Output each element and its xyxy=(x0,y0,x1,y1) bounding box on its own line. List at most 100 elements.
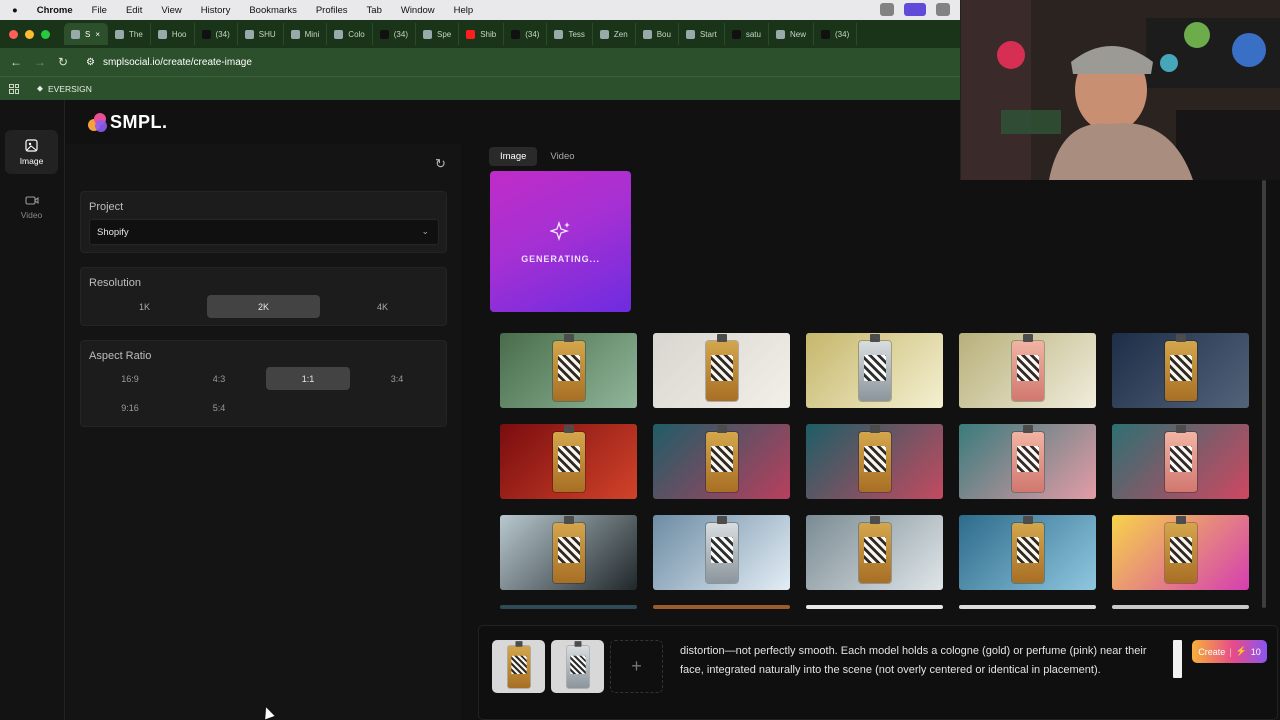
gallery-image[interactable] xyxy=(653,424,790,499)
rail-video-button[interactable]: Video xyxy=(5,185,58,229)
aspect-4-3-button[interactable]: 4:3 xyxy=(177,367,261,390)
browser-tab[interactable]: (34) xyxy=(373,23,416,45)
tab-title: (34) xyxy=(215,29,230,39)
browser-tab[interactable]: Shib xyxy=(459,23,505,45)
browser-tab[interactable]: Start xyxy=(679,23,725,45)
close-window-button[interactable] xyxy=(9,29,18,39)
smpl-app: Image Video SMPL. ↻ Project Shopify ⌄ Re… xyxy=(0,100,1280,720)
menu-tab[interactable]: Tab xyxy=(367,5,382,16)
menu-profiles[interactable]: Profiles xyxy=(316,5,348,16)
close-tab-icon[interactable]: × xyxy=(95,30,100,39)
url-field[interactable]: ⚙ smplsocial.io/create/create-image xyxy=(86,57,252,68)
minimize-window-button[interactable] xyxy=(25,29,34,39)
browser-tab[interactable]: (34) xyxy=(504,23,548,45)
refresh-icon[interactable]: ↻ xyxy=(435,156,446,172)
browser-tab[interactable]: (34) xyxy=(195,23,238,45)
project-select[interactable]: Shopify ⌄ xyxy=(89,219,439,245)
browser-tab[interactable]: Spe xyxy=(416,23,460,45)
menu-help[interactable]: Help xyxy=(454,5,474,16)
menu-bookmarks[interactable]: Bookmarks xyxy=(249,5,297,16)
gallery-image[interactable] xyxy=(1112,424,1249,499)
perfume-bottle-image xyxy=(1164,516,1197,583)
page-icon xyxy=(599,29,609,39)
aspect-5-4-button[interactable]: 5:4 xyxy=(177,396,261,419)
browser-tab[interactable]: Bou xyxy=(636,23,679,45)
gallery-image[interactable] xyxy=(959,515,1096,590)
browser-tab[interactable]: Zen xyxy=(593,23,636,45)
resolution-2k-button[interactable]: 2K xyxy=(207,295,320,318)
gallery-image[interactable] xyxy=(959,333,1096,408)
gallery-image[interactable] xyxy=(500,605,637,609)
generating-label: GENERATING... xyxy=(521,253,600,264)
menu-history[interactable]: History xyxy=(201,5,231,16)
gallery-image[interactable] xyxy=(806,605,943,609)
browser-tab[interactable]: Hoo xyxy=(151,23,195,45)
site-info-icon[interactable]: ⚙ xyxy=(86,57,95,68)
gallery-image[interactable] xyxy=(1112,333,1249,408)
zoom-window-button[interactable] xyxy=(41,29,50,39)
menu-window[interactable]: Window xyxy=(401,5,435,16)
browser-tab[interactable]: S × xyxy=(64,23,109,45)
add-reference-button[interactable]: + xyxy=(610,640,663,693)
gallery-image[interactable] xyxy=(1112,515,1249,590)
browser-tab[interactable]: New xyxy=(769,23,814,45)
gallery-image[interactable] xyxy=(806,424,943,499)
tab-video[interactable]: Video xyxy=(539,147,585,166)
gallery-image[interactable] xyxy=(806,515,943,590)
reference-image[interactable] xyxy=(551,640,604,693)
reference-image[interactable] xyxy=(492,640,545,693)
resolution-4k-button[interactable]: 4K xyxy=(326,295,439,318)
perfume-bottle-image xyxy=(552,334,585,401)
browser-tab[interactable]: SHU xyxy=(238,23,284,45)
menu-view[interactable]: View xyxy=(161,5,181,16)
resolution-1k-button[interactable]: 1K xyxy=(88,295,201,318)
app-menu[interactable]: Chrome xyxy=(37,5,73,16)
generating-card: GENERATING... xyxy=(490,171,631,312)
apps-grid-icon[interactable] xyxy=(9,83,19,94)
gallery-image[interactable] xyxy=(806,333,943,408)
aspect-1-1-button[interactable]: 1:1 xyxy=(266,367,350,390)
status-icon[interactable] xyxy=(880,3,894,16)
browser-tab[interactable]: satu xyxy=(725,23,769,45)
prompt-textarea[interactable]: distortion—not perfectly smooth. Each mo… xyxy=(680,642,1150,680)
aspect-ratio-title: Aspect Ratio xyxy=(89,350,152,362)
tab-image[interactable]: Image xyxy=(489,147,538,166)
gallery-image[interactable] xyxy=(653,515,790,590)
aspect-3-4-button[interactable]: 3:4 xyxy=(355,367,439,390)
tab-title: Zen xyxy=(613,29,628,39)
status-icon[interactable] xyxy=(904,3,926,16)
project-value: Shopify xyxy=(97,226,129,238)
apple-icon[interactable]: ● xyxy=(12,5,18,16)
forward-icon[interactable]: → xyxy=(34,55,48,69)
gallery-image[interactable] xyxy=(959,424,1096,499)
reload-icon[interactable]: ↻ xyxy=(58,55,72,69)
gallery-image[interactable] xyxy=(1112,605,1249,609)
back-icon[interactable]: ← xyxy=(10,55,24,69)
resolution-title: Resolution xyxy=(89,277,141,289)
browser-tab[interactable]: Tess xyxy=(547,23,593,45)
gallery-image[interactable] xyxy=(500,333,637,408)
gallery-image[interactable] xyxy=(500,424,637,499)
browser-tab[interactable]: Mini xyxy=(284,23,328,45)
create-button[interactable]: Create | ⚡ 10 xyxy=(1192,640,1267,663)
browser-tab[interactable]: (34) xyxy=(814,23,858,45)
image-icon xyxy=(25,138,38,152)
aspect-9-16-button[interactable]: 9:16 xyxy=(88,396,172,419)
browser-tab[interactable]: Colo xyxy=(327,23,373,45)
gallery-image[interactable] xyxy=(959,605,1096,609)
browser-tab[interactable]: The xyxy=(108,23,151,45)
gallery-image[interactable] xyxy=(653,333,790,408)
gallery-image[interactable] xyxy=(500,515,637,590)
menu-edit[interactable]: Edit xyxy=(126,5,142,16)
status-icon[interactable] xyxy=(936,3,950,16)
gallery-scrollbar[interactable] xyxy=(1262,180,1266,608)
tab-title: (34) xyxy=(835,29,850,39)
page-icon xyxy=(71,29,80,39)
gallery-image[interactable] xyxy=(653,605,790,609)
menu-file[interactable]: File xyxy=(92,5,107,16)
page-icon xyxy=(244,29,254,39)
rail-image-button[interactable]: Image xyxy=(5,130,58,174)
aspect-16-9-button[interactable]: 16:9 xyxy=(88,367,172,390)
brand-logo[interactable]: SMPL. xyxy=(88,112,168,133)
bookmark-eversign[interactable]: ⬥ EVERSIGN xyxy=(37,83,92,94)
